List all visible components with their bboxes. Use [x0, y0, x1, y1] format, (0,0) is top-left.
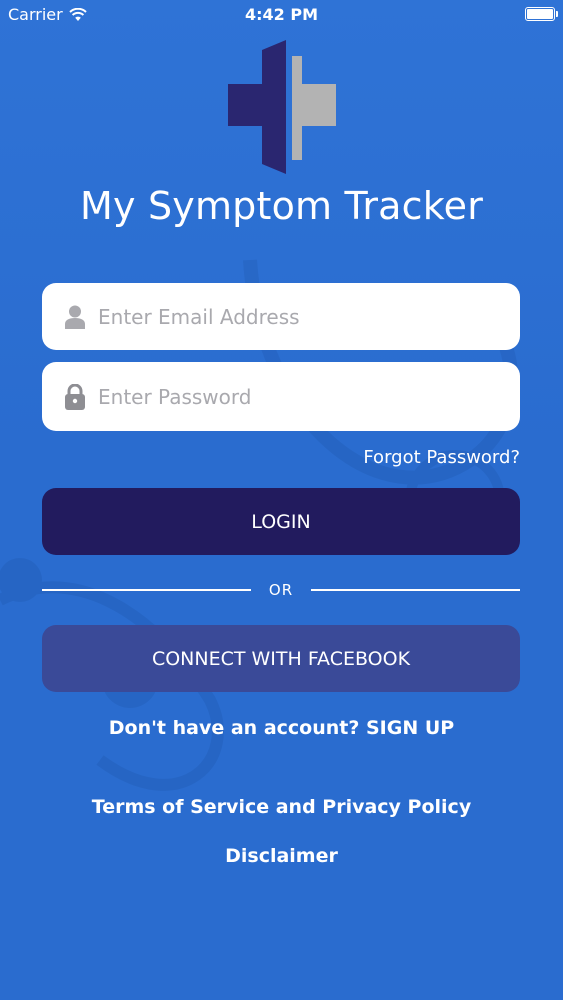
divider-line-right: [311, 589, 521, 591]
user-icon: [64, 304, 86, 330]
status-bar: Carrier 4:42 PM: [0, 0, 563, 30]
password-input[interactable]: [98, 384, 478, 409]
battery-fill: [527, 9, 553, 19]
or-divider: OR: [42, 578, 521, 602]
forgot-password-link[interactable]: Forgot Password?: [363, 447, 520, 468]
lock-icon: [64, 383, 86, 410]
terms-privacy-link[interactable]: Terms of Service and Privacy Policy: [0, 796, 563, 818]
login-button[interactable]: LOGIN: [42, 488, 520, 555]
connect-facebook-button[interactable]: CONNECT WITH FACEBOOK: [42, 625, 520, 692]
disclaimer-link[interactable]: Disclaimer: [0, 845, 563, 867]
app-title: My Symptom Tracker: [79, 184, 484, 228]
email-input[interactable]: [98, 304, 478, 329]
or-label: OR: [268, 581, 294, 599]
login-screen: Carrier 4:42 PM My Symptom Tracker Enter…: [0, 0, 563, 1000]
divider-line-left: [42, 589, 251, 591]
battery-icon: [525, 7, 558, 21]
signup-link[interactable]: Don't have an account? SIGN UP: [0, 717, 563, 739]
email-field[interactable]: [42, 283, 520, 350]
status-time: 4:42 PM: [244, 5, 318, 24]
medical-cross-logo: [228, 40, 336, 174]
password-field[interactable]: [42, 362, 520, 431]
